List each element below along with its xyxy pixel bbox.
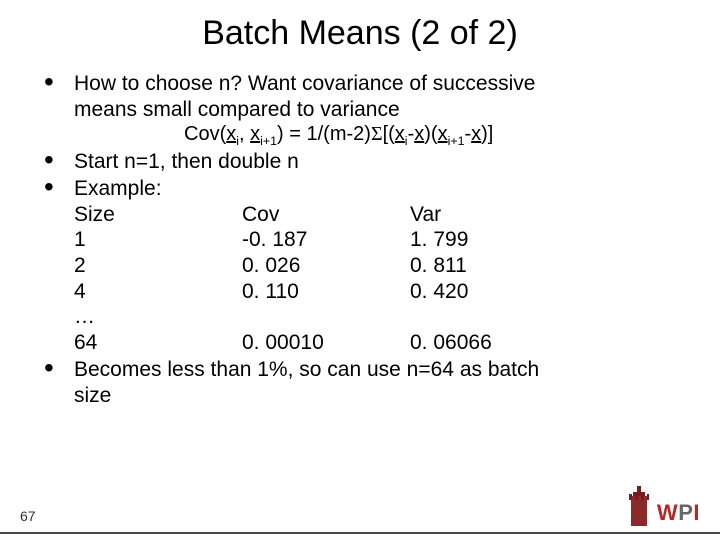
bullet-4-line-1: Becomes less than 1%, so can use n=64 as… bbox=[74, 358, 539, 381]
table-row: 64 0. 00010 0. 06066 bbox=[74, 330, 578, 356]
bullet-3: Example: Size Cov Var 1 -0. 187 1. 799 2 bbox=[30, 176, 690, 355]
formula-eq: = 1/(m-2) bbox=[284, 123, 371, 145]
formula-x1: x bbox=[226, 123, 236, 145]
bullet-3-text: Example: bbox=[74, 177, 162, 200]
formula-x4: x bbox=[414, 123, 424, 145]
bullet-1: How to choose n? Want covariance of succ… bbox=[30, 71, 690, 147]
cell-var: 0. 06066 bbox=[410, 330, 578, 356]
slide-content: How to choose n? Want covariance of succ… bbox=[30, 71, 690, 409]
cell-cov: 0. 026 bbox=[242, 253, 410, 279]
cell-var: 0. 420 bbox=[410, 279, 578, 305]
slide-number: 67 bbox=[20, 508, 36, 524]
logo-w: W bbox=[657, 500, 678, 525]
logo-p: P bbox=[678, 500, 693, 525]
formula-x2: x bbox=[250, 123, 260, 145]
slide: Batch Means (2 of 2) How to choose n? Wa… bbox=[0, 0, 720, 540]
formula-close2: ) bbox=[424, 123, 431, 145]
cell-size: 2 bbox=[74, 253, 242, 279]
covariance-formula: Cov(xi, xi+1) = 1/(m-2)Σ[(xi-x)(xi+1-x)] bbox=[74, 122, 690, 146]
col-cov: Cov bbox=[242, 202, 410, 228]
col-size: Size bbox=[74, 202, 242, 228]
col-var: Var bbox=[410, 202, 578, 228]
cell-cov: 0. 110 bbox=[242, 279, 410, 305]
table-header-row: Size Cov Var bbox=[74, 202, 578, 228]
sigma-icon: Σ bbox=[371, 123, 383, 145]
cell-cov: -0. 187 bbox=[242, 227, 410, 253]
formula-rbracket: )] bbox=[481, 123, 493, 145]
bullet-2: Start n=1, then double n bbox=[30, 149, 690, 175]
cell-empty bbox=[410, 304, 578, 330]
formula-x5: x bbox=[438, 123, 448, 145]
formula-close1: ) bbox=[277, 123, 284, 145]
formula-x6: x bbox=[471, 123, 481, 145]
formula-cov: Cov( bbox=[184, 123, 226, 145]
table-row-ellipsis: … bbox=[74, 304, 578, 330]
table-row: 2 0. 026 0. 811 bbox=[74, 253, 578, 279]
logo-i: I bbox=[693, 500, 700, 525]
formula-lbracket: [( bbox=[383, 123, 395, 145]
cell-empty bbox=[242, 304, 410, 330]
footer-divider bbox=[0, 532, 720, 534]
cell-var: 1. 799 bbox=[410, 227, 578, 253]
tower-icon bbox=[627, 486, 651, 526]
formula-sub-i1: i+1 bbox=[260, 134, 277, 148]
cell-var: 0. 811 bbox=[410, 253, 578, 279]
bullet-list: How to choose n? Want covariance of succ… bbox=[30, 71, 690, 409]
logo-text: WPI bbox=[657, 500, 700, 526]
cell-ellipsis: … bbox=[74, 304, 242, 330]
formula-comma: , bbox=[239, 123, 250, 145]
bullet-2-text: Start n=1, then double n bbox=[74, 150, 299, 173]
formula-x3: x bbox=[395, 123, 405, 145]
bullet-1-line-2: means small compared to variance bbox=[74, 98, 400, 121]
wpi-logo: WPI bbox=[627, 486, 700, 526]
bullet-1-line-1: How to choose n? Want covariance of succ… bbox=[74, 72, 535, 95]
bullet-4: Becomes less than 1%, so can use n=64 as… bbox=[30, 357, 690, 408]
cell-size: 1 bbox=[74, 227, 242, 253]
cell-cov: 0. 00010 bbox=[242, 330, 410, 356]
bullet-4-line-2: size bbox=[74, 384, 111, 407]
table-row: 1 -0. 187 1. 799 bbox=[74, 227, 578, 253]
slide-title: Batch Means (2 of 2) bbox=[30, 14, 690, 53]
example-table: Size Cov Var 1 -0. 187 1. 799 2 0. 026 0… bbox=[74, 202, 578, 356]
formula-sub-i1b: i+1 bbox=[448, 134, 465, 148]
cell-size: 4 bbox=[74, 279, 242, 305]
table-row: 4 0. 110 0. 420 bbox=[74, 279, 578, 305]
cell-size: 64 bbox=[74, 330, 242, 356]
